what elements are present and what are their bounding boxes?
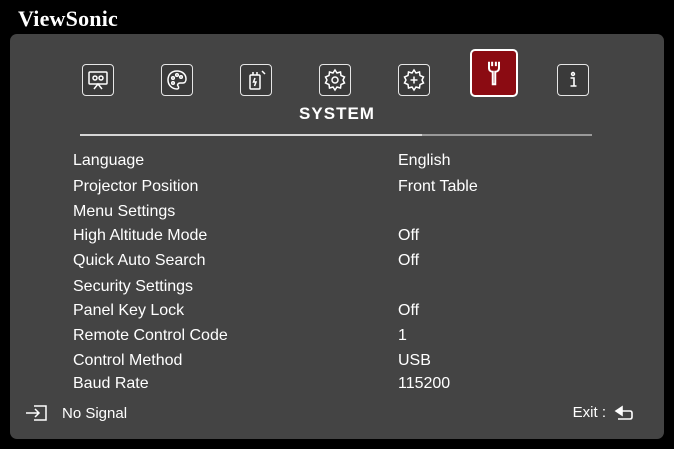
menu-item-label: High Altitude Mode — [73, 227, 208, 244]
gear-icon — [324, 68, 346, 92]
menu-item-label: Remote Control Code — [73, 327, 228, 344]
menu-item-value: English — [398, 152, 451, 169]
power-management-icon — [249, 70, 266, 90]
menu-item-label: Security Settings — [73, 278, 194, 295]
menu-item-high-altitude-mode[interactable]: High Altitude Mode Off — [10, 227, 664, 249]
menu-item-label: Quick Auto Search — [73, 252, 206, 269]
menu-item-value: Off — [398, 252, 420, 269]
menu-item-security-settings[interactable]: Security Settings — [10, 278, 664, 300]
menu-item-label: Baud Rate — [73, 375, 149, 392]
exit-label: Exit : — [572, 404, 606, 421]
brand-logo: ViewSonic — [18, 6, 118, 31]
menu-item-control-method[interactable]: Control Method USB — [10, 352, 664, 374]
tab-system[interactable] — [470, 49, 518, 97]
tab-display[interactable] — [82, 64, 114, 96]
osd-panel: SYSTEM Language English Projector Positi… — [10, 34, 664, 439]
section-title: SYSTEM — [299, 104, 375, 123]
exit-hint[interactable]: Exit : — [573, 404, 634, 421]
gear-plus-icon — [403, 68, 425, 92]
wrench-icon — [488, 61, 500, 86]
return-icon — [614, 405, 633, 420]
input-source-icon — [26, 405, 47, 421]
tab-basic[interactable] — [319, 64, 351, 96]
menu-item-label: Control Method — [73, 352, 183, 369]
menu-item-remote-control-code[interactable]: Remote Control Code 1 — [10, 327, 664, 349]
menu-tabs — [10, 34, 664, 104]
tab-power[interactable] — [240, 64, 272, 96]
info-icon — [570, 71, 577, 87]
menu-item-panel-key-lock[interactable]: Panel Key Lock Off — [10, 302, 664, 324]
menu-item-value: 115200 — [398, 375, 451, 392]
status-text: No Signal — [62, 404, 128, 422]
menu-item-quick-auto-search[interactable]: Quick Auto Search Off — [10, 252, 664, 274]
separator-line-secondary — [422, 134, 592, 136]
menu-item-menu-settings[interactable]: Menu Settings — [10, 203, 664, 225]
menu-item-label: Projector Position — [73, 178, 199, 195]
menu-item-label: Menu Settings — [73, 203, 176, 220]
separator-line — [80, 134, 422, 136]
input-status: No Signal — [24, 404, 127, 422]
menu-item-language[interactable]: Language English — [10, 152, 664, 174]
menu-item-label: Language — [73, 152, 145, 169]
menu-item-value: USB — [398, 352, 431, 369]
tab-information[interactable] — [557, 64, 589, 96]
display-icon — [88, 71, 108, 90]
menu-item-label: Panel Key Lock — [73, 302, 185, 319]
menu-item-value: Front Table — [398, 178, 478, 195]
menu-item-projector-position[interactable]: Projector Position Front Table — [10, 178, 664, 200]
menu-item-value: Off — [398, 302, 420, 319]
palette-icon — [167, 70, 187, 90]
menu-item-value: Off — [398, 227, 420, 244]
tab-image[interactable] — [161, 64, 193, 96]
menu-item-baud-rate[interactable]: Baud Rate 115200 — [10, 375, 664, 397]
menu-item-value: 1 — [398, 327, 407, 344]
tab-advanced[interactable] — [398, 64, 430, 96]
